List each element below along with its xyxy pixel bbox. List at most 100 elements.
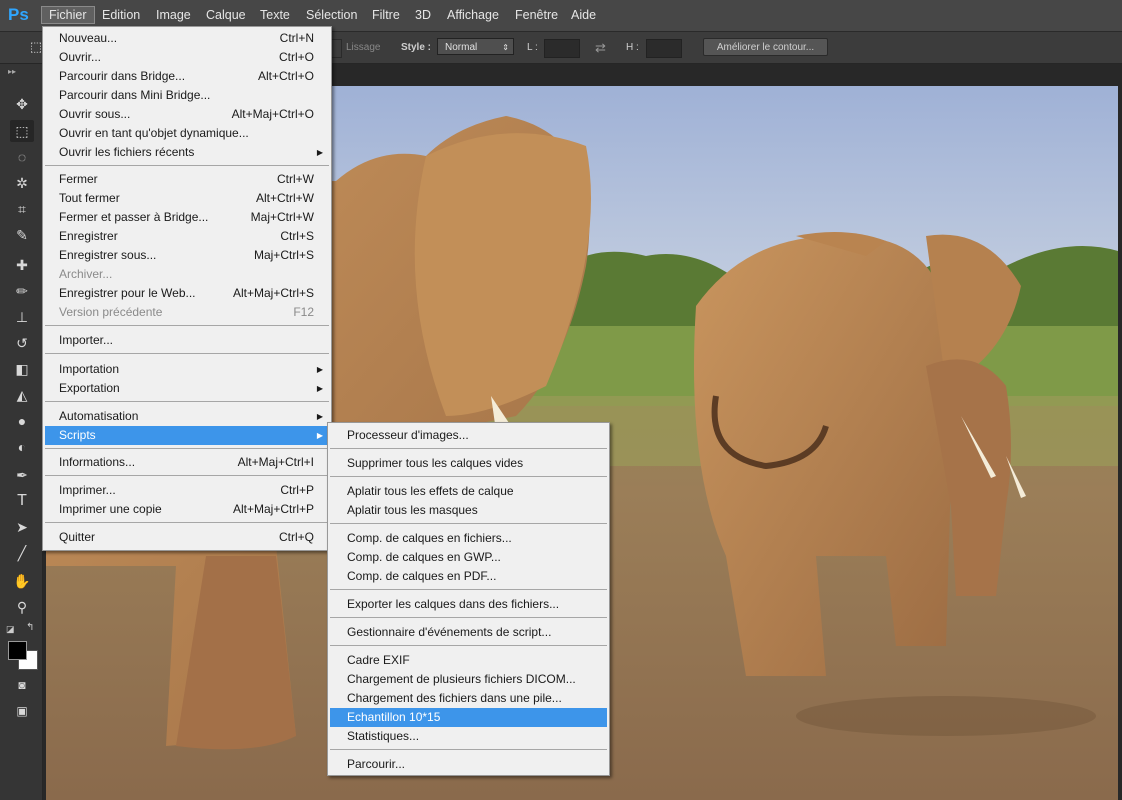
script-comp-gwp[interactable]: Comp. de calques en GWP... <box>330 548 607 567</box>
script-echantillon[interactable]: Echantillon 10*15 <box>330 708 607 727</box>
history-brush-tool-icon[interactable]: ↺ <box>10 332 34 354</box>
marquee-tool-icon[interactable]: ⬚ <box>10 120 34 142</box>
lasso-tool-icon[interactable]: ◌ <box>10 146 34 168</box>
menu-item-fermer[interactable]: Fermer Ctrl+W <box>45 170 329 189</box>
screen-mode-icon[interactable]: ▣ <box>10 700 34 722</box>
menu-item-shortcut: Alt+Ctrl+O <box>257 69 314 83</box>
menu-item-label: Aplatir tous les masques <box>347 503 478 517</box>
move-tool-icon[interactable]: ✥ <box>10 93 34 115</box>
menu-item-fermer-bridge[interactable]: Fermer et passer à Bridge... Maj+Ctrl+W <box>45 208 329 227</box>
menu-item-shortcut: Ctrl+S <box>280 229 314 243</box>
script-comp-fichiers[interactable]: Comp. de calques en fichiers... <box>330 529 607 548</box>
menu-item-ouvrir[interactable]: Ouvrir... Ctrl+O <box>45 48 329 67</box>
paint-bucket-tool-icon[interactable]: ◭ <box>10 384 34 406</box>
menu-item-label: Importation <box>59 362 120 376</box>
script-exporter-calques[interactable]: Exporter les calques dans des fichiers..… <box>330 595 607 614</box>
menu-item-enregistrer-web[interactable]: Enregistrer pour le Web... Alt+Maj+Ctrl+S <box>45 284 329 303</box>
menu-item-ouvrir-objet-dynamique[interactable]: Ouvrir en tant qu'objet dynamique... <box>45 124 329 143</box>
panel-collapse-icon[interactable]: ▸▸ <box>8 67 16 76</box>
script-cadre-exif[interactable]: Cadre EXIF <box>330 651 607 670</box>
menu-separator <box>45 475 329 476</box>
script-aplatir-effets[interactable]: Aplatir tous les effets de calque <box>330 482 607 501</box>
menu-item-label: Archiver... <box>59 267 113 281</box>
menu-item-nouveau[interactable]: Nouveau... Ctrl+N <box>45 29 329 48</box>
path-selection-tool-icon[interactable]: ➤ <box>10 516 34 538</box>
menu-item-label: Exporter les calques dans des fichiers..… <box>347 597 560 611</box>
swap-colors-icon[interactable]: ↰ <box>26 622 34 633</box>
menu-item-importer[interactable]: Importer... <box>45 331 329 350</box>
menu-item-label: Scripts <box>59 428 96 442</box>
menu-item-label: Cadre EXIF <box>347 653 410 667</box>
submenu-arrow-icon: ▶ <box>316 431 323 440</box>
height-input[interactable] <box>646 39 682 58</box>
script-chargement-pile[interactable]: Chargement des fichiers dans une pile... <box>330 689 607 708</box>
script-parcourir[interactable]: Parcourir... <box>330 755 607 774</box>
script-supprimer-calques-vides[interactable]: Supprimer tous les calques vides <box>330 454 607 473</box>
menu-item-parcourir-bridge[interactable]: Parcourir dans Bridge... Alt+Ctrl+O <box>45 67 329 86</box>
swap-icon[interactable]: ⇄ <box>595 32 606 63</box>
magic-wand-tool-icon[interactable]: ✲ <box>10 172 34 194</box>
eraser-tool-icon[interactable]: ◧ <box>10 358 34 380</box>
width-input[interactable] <box>544 39 580 58</box>
eyedropper-tool-icon[interactable]: ✎ <box>10 224 34 246</box>
script-processeur-images[interactable]: Processeur d'images... <box>330 426 607 445</box>
menu-item-label: Chargement des fichiers dans une pile... <box>347 691 562 705</box>
menu-item-tout-fermer[interactable]: Tout fermer Alt+Ctrl+W <box>45 189 329 208</box>
menu-item-label: Comp. de calques en PDF... <box>347 569 497 583</box>
foreground-color-swatch[interactable] <box>8 641 27 660</box>
type-tool-icon[interactable]: T <box>10 490 34 512</box>
menu-fichier[interactable]: Fichier <box>41 6 95 24</box>
menu-item-ouvrir-sous[interactable]: Ouvrir sous... Alt+Maj+Ctrl+O <box>45 105 329 124</box>
menu-fenetre[interactable]: Fenêtre <box>508 0 565 31</box>
menu-aide[interactable]: Aide <box>564 0 603 31</box>
menu-item-label: Ouvrir en tant qu'objet dynamique... <box>59 126 249 140</box>
menu-item-shortcut: Maj+Ctrl+S <box>253 248 314 262</box>
menu-item-enregistrer-sous[interactable]: Enregistrer sous... Maj+Ctrl+S <box>45 246 329 265</box>
blur-tool-icon[interactable]: ● <box>10 410 34 432</box>
menu-3d[interactable]: 3D <box>408 0 438 31</box>
menu-separator <box>45 353 329 354</box>
menu-item-importation[interactable]: Importation ▶ <box>45 360 329 379</box>
script-aplatir-masques[interactable]: Aplatir tous les masques <box>330 501 607 520</box>
crop-tool-icon[interactable]: ⌗ <box>10 198 34 220</box>
dodge-tool-icon[interactable]: ◐ <box>10 436 34 458</box>
menu-item-label: Gestionnaire d'événements de script... <box>347 625 552 639</box>
style-select[interactable]: Normal ⇕ <box>437 38 514 55</box>
menu-item-shortcut: Ctrl+N <box>279 31 314 45</box>
hand-tool-icon[interactable]: ✋ <box>10 570 34 592</box>
menu-item-label: Comp. de calques en fichiers... <box>347 531 512 545</box>
menu-item-imprimer[interactable]: Imprimer... Ctrl+P <box>45 481 329 500</box>
menu-item-automatisation[interactable]: Automatisation ▶ <box>45 407 329 426</box>
menu-separator <box>45 401 329 402</box>
menu-separator <box>330 589 607 590</box>
menu-item-imprimer-copie[interactable]: Imprimer une copie Alt+Maj+Ctrl+P <box>45 500 329 519</box>
script-statistiques[interactable]: Statistiques... <box>330 727 607 746</box>
zoom-tool-icon[interactable]: ⚲ <box>10 596 34 618</box>
menu-affichage[interactable]: Affichage <box>440 0 506 31</box>
menu-separator <box>330 749 607 750</box>
menu-item-fichiers-recents[interactable]: Ouvrir les fichiers récents ▶ <box>45 143 329 162</box>
script-gestionnaire-evenements[interactable]: Gestionnaire d'événements de script... <box>330 623 607 642</box>
pen-tool-icon[interactable]: ✒ <box>10 464 34 486</box>
line-tool-icon[interactable]: ╱ <box>10 542 34 564</box>
menu-item-informations[interactable]: Informations... Alt+Maj+Ctrl+I <box>45 453 329 472</box>
default-colors-icon[interactable]: ◪ <box>6 624 15 635</box>
refine-edge-button[interactable]: Améliorer le contour... <box>703 38 828 56</box>
menu-item-quitter[interactable]: Quitter Ctrl+Q <box>45 528 329 547</box>
healing-brush-tool-icon[interactable]: ✚ <box>10 254 34 276</box>
scripts-submenu: Processeur d'images... Supprimer tous le… <box>327 422 610 776</box>
menu-item-exportation[interactable]: Exportation ▶ <box>45 379 329 398</box>
menu-item-parcourir-mini-bridge[interactable]: Parcourir dans Mini Bridge... <box>45 86 329 105</box>
script-chargement-dicom[interactable]: Chargement de plusieurs fichiers DICOM..… <box>330 670 607 689</box>
quick-mask-icon[interactable]: ◙ <box>10 674 34 696</box>
menu-item-shortcut: Ctrl+Q <box>278 530 314 544</box>
menu-separator <box>330 523 607 524</box>
brush-tool-icon[interactable]: ✏ <box>10 280 34 302</box>
menu-item-scripts[interactable]: Scripts ▶ <box>45 426 329 445</box>
menu-item-label: Processeur d'images... <box>347 428 469 442</box>
menu-filtre[interactable]: Filtre <box>365 0 407 31</box>
script-comp-pdf[interactable]: Comp. de calques en PDF... <box>330 567 607 586</box>
menu-item-enregistrer[interactable]: Enregistrer Ctrl+S <box>45 227 329 246</box>
stamp-tool-icon[interactable]: ⊥ <box>10 306 34 328</box>
style-select-value: Normal <box>445 42 478 53</box>
